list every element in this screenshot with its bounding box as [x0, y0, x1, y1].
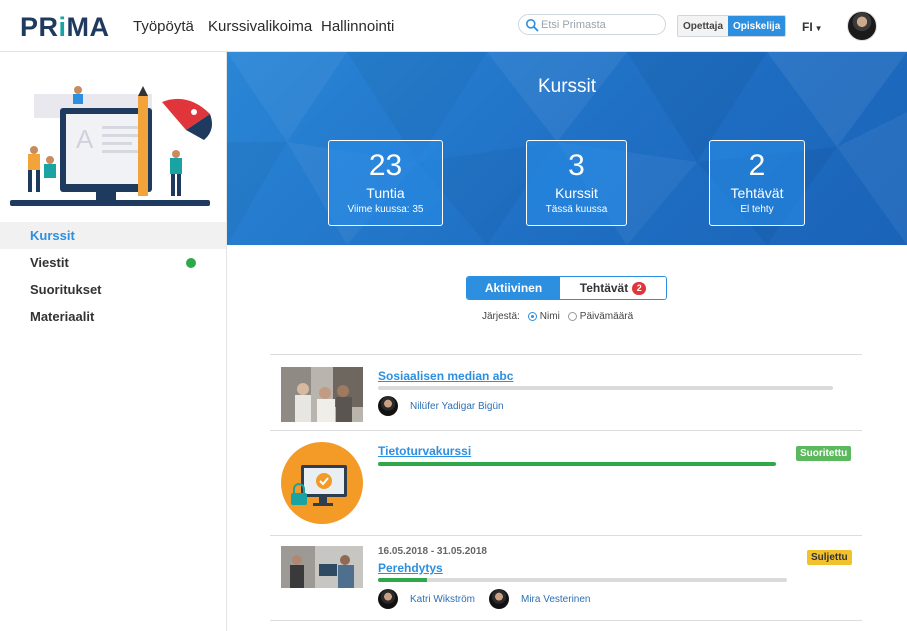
sidebar: A Kurssit Viestit Suoritukset Materiaali…: [0, 52, 227, 631]
tab-tehtavat[interactable]: Tehtävät 2: [560, 277, 666, 299]
role-teacher-button[interactable]: Opettaja: [678, 16, 729, 36]
stat-subtext: Viime kuussa: 35: [347, 204, 424, 215]
course-progress-bar: [378, 386, 833, 390]
teacher-avatar: [489, 589, 509, 609]
teacher-link[interactable]: Mira Vesterinen: [489, 589, 590, 609]
logo-text-start: PR: [20, 12, 59, 42]
nav-link-tyopoyta[interactable]: Työpöytä: [133, 18, 194, 35]
course-item: 16.05.2018 - 31.05.2018 Perehdytys Katri…: [270, 535, 862, 621]
tab-aktiivinen[interactable]: Aktiivinen: [467, 277, 560, 299]
sort-radio-nimi[interactable]: Nimi: [527, 311, 560, 322]
language-code: FI: [802, 20, 813, 34]
teacher-name: Katri Wikström: [410, 593, 475, 605]
course-title-link[interactable]: Tietoturvakurssi: [378, 444, 471, 458]
logo-text-accent: i: [58, 12, 67, 42]
stat-label: Tehtävät: [730, 185, 784, 201]
stat-card-hours: 23 Tuntia Viime kuussa: 35: [328, 140, 443, 226]
user-avatar[interactable]: [847, 11, 877, 41]
role-student-button[interactable]: Opiskelija: [728, 16, 786, 36]
sidebar-item-label: Viestit: [30, 255, 69, 270]
sidebar-illustration: A: [10, 86, 212, 206]
nav-link-kurssivalikoima[interactable]: Kurssivalikoima: [208, 18, 312, 35]
stat-subtext: Tässä kuussa: [545, 204, 608, 215]
stat-label: Tuntia: [366, 185, 405, 201]
stat-card-assignments: 2 Tehtävät El tehty: [709, 140, 805, 226]
chevron-down-icon: ▼: [814, 24, 823, 33]
course-item: Tietoturvakurssi Suoritettu: [270, 430, 862, 535]
top-navbar: PRiMA Työpöytä Kurssivalikoima Hallinnoi…: [0, 0, 907, 52]
teacher-avatar: [378, 589, 398, 609]
stat-value: 23: [368, 149, 403, 182]
course-date-range: 16.05.2018 - 31.05.2018: [378, 546, 487, 557]
sidebar-item-suoritukset[interactable]: Suoritukset: [0, 276, 226, 303]
sidebar-item-materiaalit[interactable]: Materiaalit: [0, 303, 226, 330]
logo-text-end: MA: [66, 12, 110, 42]
course-title-link[interactable]: Perehdytys: [378, 561, 443, 575]
progress-fill: [378, 462, 776, 466]
courses-hero: Kurssit 23 Tuntia Viime kuussa: 35 3 Kur…: [227, 52, 907, 245]
hero-title: Kurssit: [537, 76, 597, 97]
radio-label: Päivämäärä: [579, 311, 634, 322]
course-progress-bar: [378, 578, 787, 582]
teacher-avatar: [378, 396, 398, 416]
teacher-name: Nilüfer Yadigar Bigün: [410, 400, 504, 412]
status-badge-closed: Suljettu: [807, 550, 852, 565]
svg-text:A: A: [76, 124, 94, 154]
course-item: Sosiaalisen median abc Nilüfer Yadigar B…: [270, 354, 862, 430]
teacher-link[interactable]: Nilüfer Yadigar Bigün: [378, 396, 504, 416]
course-title-link[interactable]: Sosiaalisen median abc: [378, 369, 513, 383]
unread-indicator-dot: [186, 258, 196, 268]
radio-unchecked-icon: [567, 312, 577, 321]
tab-label: Tehtävät: [579, 281, 629, 295]
prima-logo[interactable]: PRiMA: [20, 12, 110, 43]
stat-subtext: El tehty: [740, 204, 774, 215]
course-progress-bar: [378, 462, 776, 466]
course-thumbnail[interactable]: [281, 546, 363, 588]
search-box: [518, 14, 666, 35]
stat-label: Kurssit: [555, 185, 598, 201]
sidebar-item-viestit[interactable]: Viestit: [0, 249, 226, 276]
nav-link-hallinnointi[interactable]: Hallinnointi: [321, 18, 394, 35]
radio-label: Nimi: [539, 311, 560, 322]
sort-label: Järjestä:: [482, 311, 520, 322]
role-toggle: Opettaja Opiskelija: [677, 15, 787, 37]
radio-checked-icon: [527, 312, 537, 321]
course-thumbnail[interactable]: [281, 367, 363, 422]
teacher-link[interactable]: Katri Wikström: [378, 589, 475, 609]
stat-value: 3: [568, 149, 585, 182]
sort-control: Järjestä: Nimi Päivämäärä: [482, 311, 633, 322]
security-course-thumbnail[interactable]: [281, 441, 363, 525]
stat-value: 2: [748, 149, 766, 182]
search-input[interactable]: [541, 17, 661, 33]
sidebar-item-kurssit[interactable]: Kurssit: [0, 222, 226, 249]
status-badge-completed: Suoritettu: [796, 446, 852, 461]
teacher-name: Mira Vesterinen: [521, 593, 591, 605]
course-tabs: Aktiivinen Tehtävät 2: [466, 276, 667, 300]
count-badge: 2: [632, 282, 647, 295]
search-icon[interactable]: [525, 18, 539, 32]
stat-card-courses: 3 Kurssit Tässä kuussa: [526, 140, 627, 226]
sort-radio-paivamaara[interactable]: Päivämäärä: [567, 311, 634, 322]
progress-fill: [378, 578, 428, 582]
language-selector[interactable]: FI ▼: [802, 20, 823, 34]
